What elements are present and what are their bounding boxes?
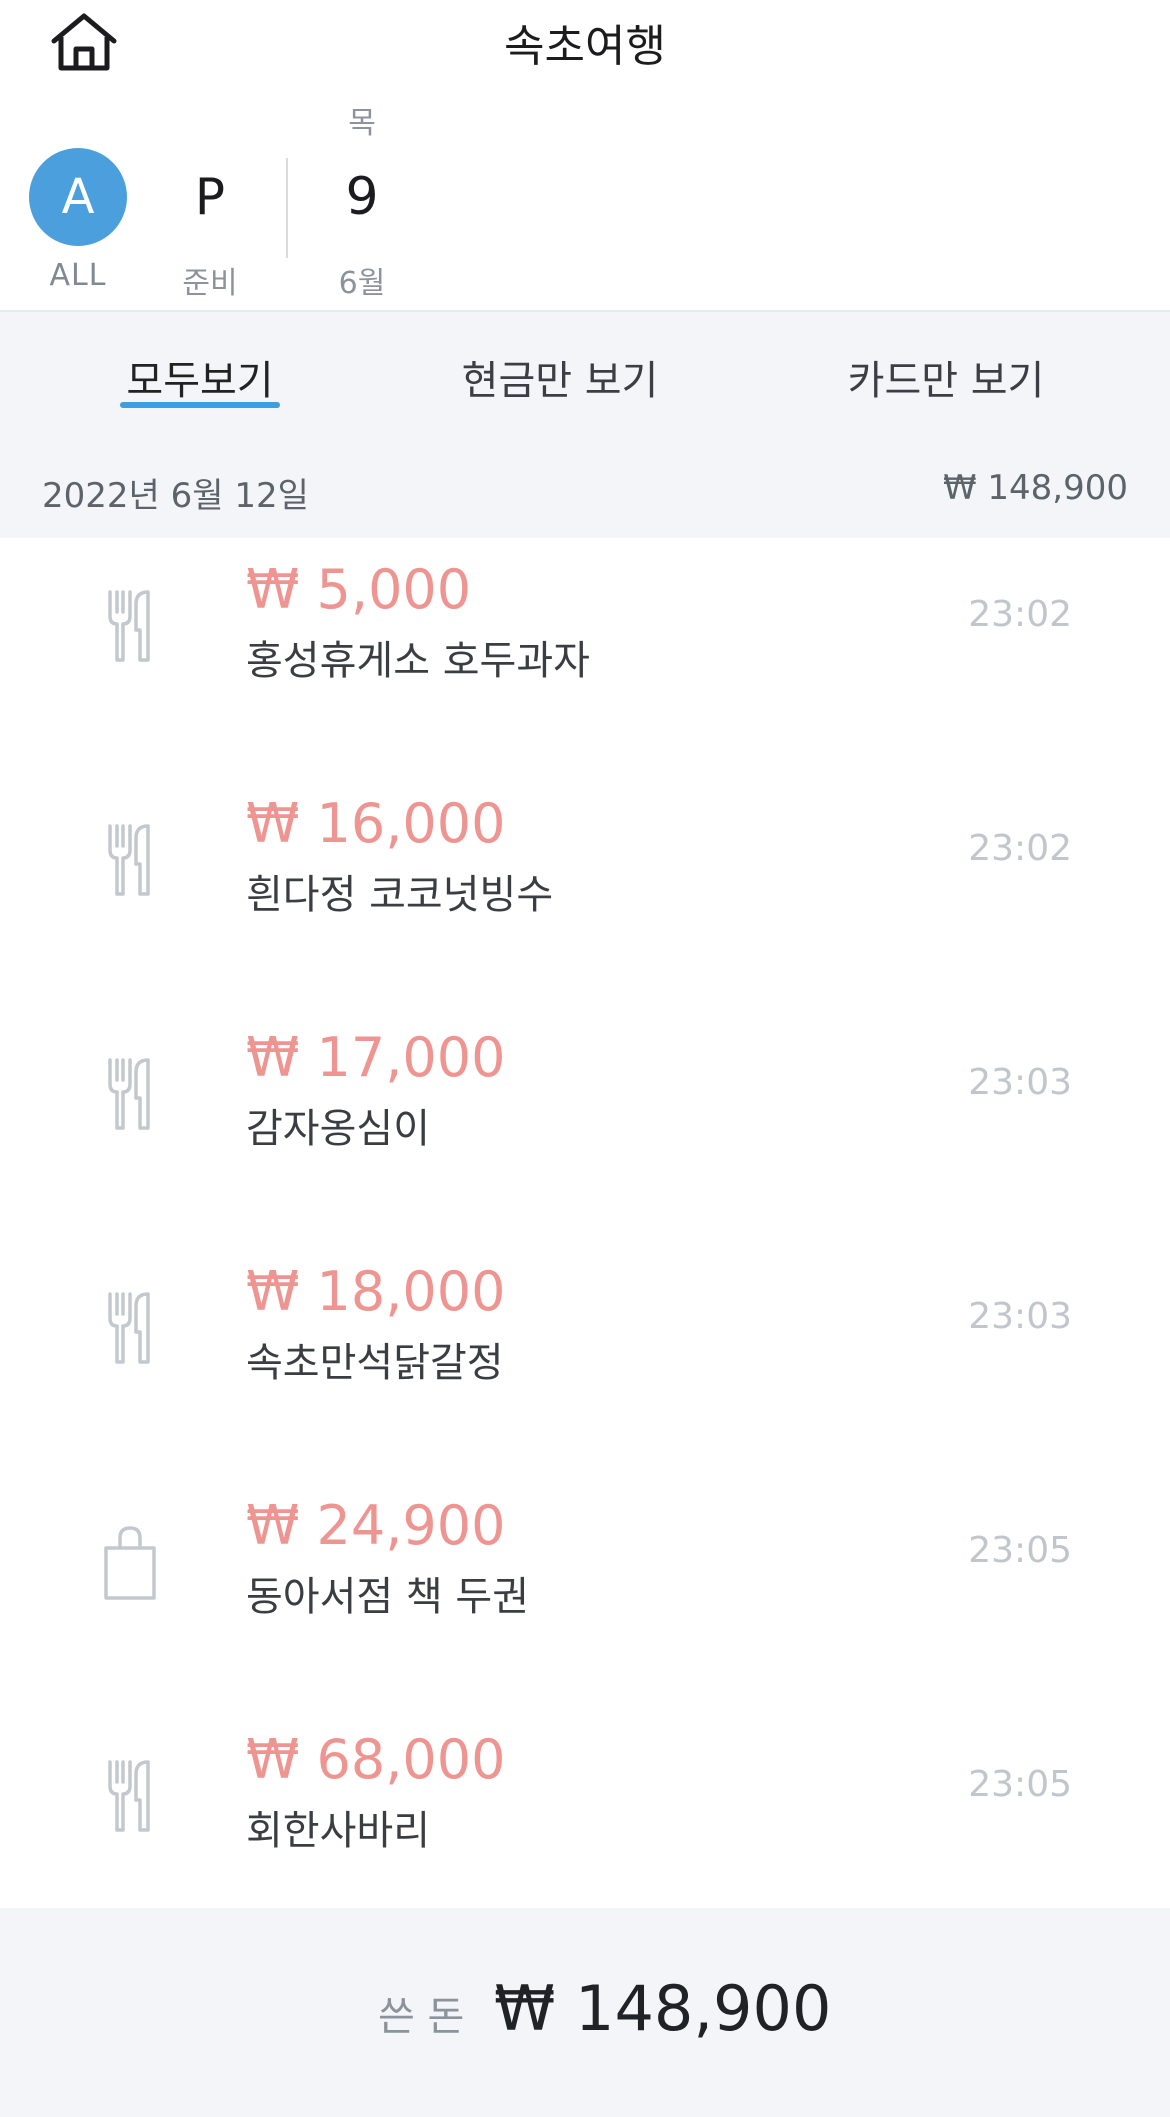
expense-item[interactable]: ₩ 18,000 속초만석닭갈정 23:03 [0, 1240, 1170, 1474]
expense-amount: ₩ 24,900 [246, 1494, 506, 1557]
active-tab-indicator [120, 402, 280, 408]
day-chip-label: ALL [49, 258, 107, 293]
tab-all[interactable]: 모두보기 [110, 348, 290, 406]
shopping-bag-icon [104, 1526, 156, 1600]
day-chip-date[interactable]: 목 9 6월 [312, 100, 412, 302]
expense-time: 23:05 [968, 1764, 1072, 1805]
tab-card[interactable]: 카드만 보기 [826, 348, 1066, 406]
fork-knife-icon [108, 1058, 150, 1130]
app-header: 속초여행 A ALL P 준비 목 9 6월 [0, 0, 1170, 310]
expense-item[interactable]: ₩ 17,000 감자옹심이 23:03 [0, 1006, 1170, 1240]
expense-item[interactable]: ₩ 16,000 흰다정 코코넛빙수 23:02 [0, 772, 1170, 1006]
expense-time: 23:05 [968, 1530, 1072, 1571]
date-group-total: ₩ 148,900 [942, 468, 1128, 508]
expense-list: ₩ 5,000 홍성휴게소 호두과자 23:02 ₩ 16,000 흰다정 코코… [0, 538, 1170, 1908]
page-title: 속초여행 [504, 21, 666, 72]
expense-time: 23:03 [968, 1296, 1072, 1337]
expense-amount: ₩ 18,000 [246, 1260, 506, 1323]
expense-name: 감자옹심이 [246, 1106, 430, 1152]
expense-amount: ₩ 17,000 [246, 1026, 506, 1089]
day-chip-all[interactable]: A ALL [28, 148, 128, 293]
tab-cash[interactable]: 현금만 보기 [440, 348, 680, 406]
fork-knife-icon [108, 1760, 150, 1832]
expense-item[interactable]: ₩ 68,000 회한사바리 23:05 [0, 1708, 1170, 1942]
day-chip-letter: P [194, 168, 226, 226]
day-chip-label: 준비 [182, 266, 238, 301]
spent-label: 쓴 돈 [378, 1994, 465, 2040]
expense-time: 23:03 [968, 1062, 1072, 1103]
expense-amount: ₩ 68,000 [246, 1728, 506, 1791]
spending-summary: 쓴 돈 ₩ 148,900 [0, 1908, 1170, 2117]
fork-knife-icon [108, 824, 150, 896]
expense-amount: ₩ 16,000 [246, 792, 506, 855]
expense-item[interactable]: ₩ 24,900 동아서점 책 두권 23:05 [0, 1474, 1170, 1708]
day-chip-day: 9 [345, 167, 379, 227]
filter-tabs: 모두보기 현금만 보기 카드만 보기 [0, 310, 1170, 446]
expense-name: 흰다정 코코넛빙수 [246, 872, 554, 918]
expense-name: 속초만석닭갈정 [246, 1340, 504, 1386]
day-chip-weekday: 목 [348, 106, 376, 141]
day-chip-month: 6월 [338, 266, 386, 301]
date-group-header: 2022년 6월 12일 ₩ 148,900 [0, 446, 1170, 538]
expense-amount: ₩ 5,000 [246, 558, 472, 621]
expense-time: 23:02 [968, 828, 1072, 869]
divider [286, 158, 288, 258]
day-selector: A ALL P 준비 목 9 6월 [0, 100, 1170, 302]
expense-name: 동아서점 책 두권 [246, 1574, 530, 1620]
date-group-date: 2022년 6월 12일 [42, 476, 309, 516]
expense-item[interactable]: ₩ 5,000 홍성휴게소 호두과자 23:02 [0, 538, 1170, 772]
expense-name: 홍성휴게소 호두과자 [246, 638, 590, 684]
fork-knife-icon [108, 590, 150, 662]
fork-knife-icon [108, 1292, 150, 1364]
expense-name: 회한사바리 [246, 1808, 430, 1854]
expense-time: 23:02 [968, 594, 1072, 635]
spent-total: ₩ 148,900 [494, 1972, 832, 2045]
day-chip-prep[interactable]: P 준비 [160, 148, 260, 302]
all-avatar: A [29, 148, 127, 246]
